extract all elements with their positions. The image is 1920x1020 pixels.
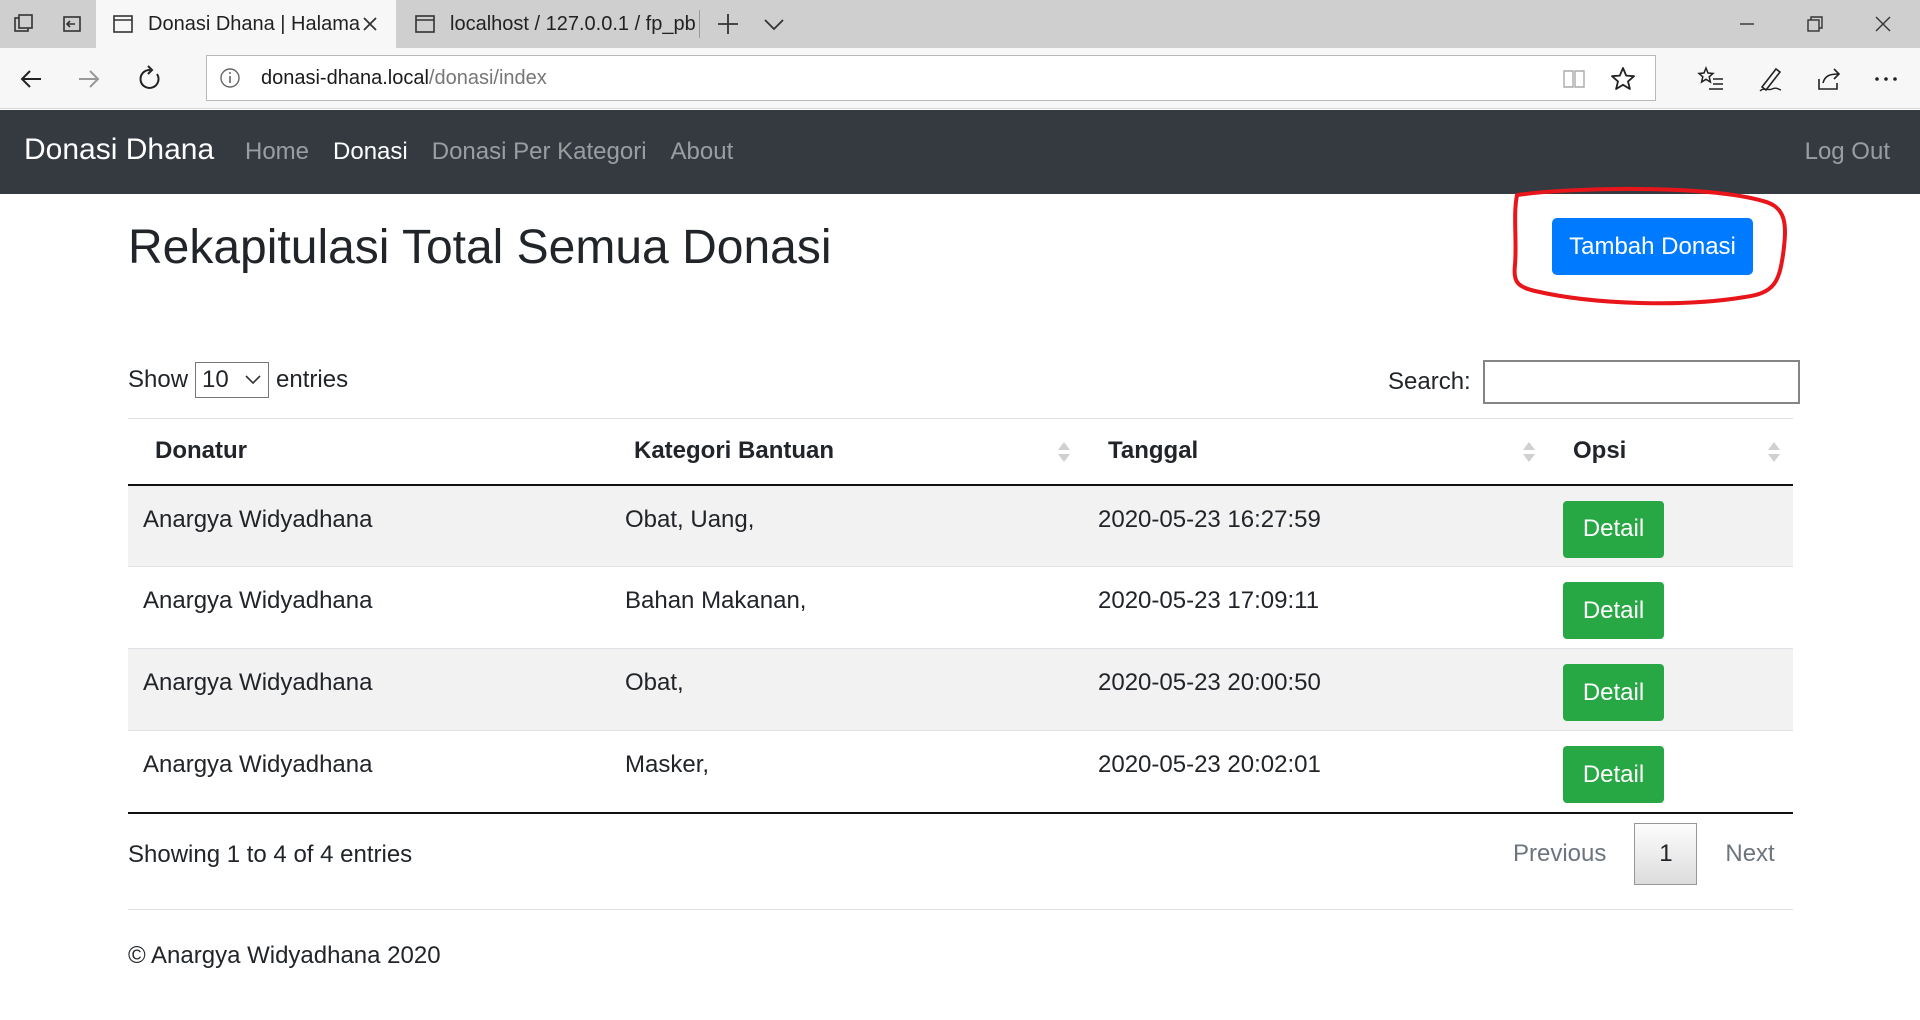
column-header-label: Donatur xyxy=(155,437,247,465)
browser-address-bar: donasi-dhana.local/donasi/index xyxy=(0,48,1920,109)
sort-icon xyxy=(1523,442,1535,462)
cell-donatur: Anargya Widyadhana xyxy=(128,484,610,567)
chevron-down-icon xyxy=(245,375,261,385)
sort-icon xyxy=(1768,442,1780,462)
pagination-next[interactable]: Next xyxy=(1697,840,1802,868)
url-text: donasi-dhana.local/donasi/index xyxy=(261,67,547,90)
column-header-label: Opsi xyxy=(1573,437,1627,465)
logout-link[interactable]: Log Out xyxy=(1805,138,1890,166)
window-close-icon[interactable] xyxy=(1851,0,1915,48)
cell-kategori: Obat, Uang, xyxy=(610,484,1083,567)
detail-button[interactable]: Detail xyxy=(1563,582,1664,639)
tab-title: Donasi Dhana | Halama xyxy=(148,12,360,35)
pagination-previous[interactable]: Previous xyxy=(1485,840,1634,868)
pagination-page-1[interactable]: 1 xyxy=(1634,823,1698,885)
cell-opsi: Detail xyxy=(1548,648,1793,731)
detail-button[interactable]: Detail xyxy=(1563,500,1664,558)
add-donation-button[interactable]: Tambah Donasi xyxy=(1552,218,1753,275)
back-arrow-icon[interactable] xyxy=(14,62,48,96)
table-row: Anargya Widyadhana Obat, Uang, 2020-05-2… xyxy=(128,484,1793,567)
url-path: /donasi/index xyxy=(428,67,547,89)
search-input[interactable] xyxy=(1482,360,1800,404)
sort-icon xyxy=(1058,442,1070,462)
tab-preview-chevron-icon[interactable] xyxy=(760,10,788,38)
cell-tanggal: 2020-05-23 20:00:50 xyxy=(1083,648,1548,731)
tab-donasi-dhana[interactable]: Donasi Dhana | Halama xyxy=(96,0,396,48)
cell-opsi: Detail xyxy=(1548,566,1793,649)
cell-kategori: Bahan Makanan, xyxy=(610,566,1083,649)
pagination: Previous 1 Next xyxy=(1485,823,1803,885)
page-icon xyxy=(415,15,435,33)
page-title: Rekapitulasi Total Semua Donasi xyxy=(128,221,832,274)
forward-arrow-icon[interactable] xyxy=(72,62,106,96)
entries-label: entries xyxy=(276,366,349,393)
table-header-row: Donatur Kategori Bantuan Tanggal Opsi xyxy=(128,418,1793,486)
search-label: Search: xyxy=(1388,368,1471,395)
column-header-tanggal[interactable]: Tanggal xyxy=(1083,418,1548,486)
url-host: donasi-dhana.local xyxy=(261,67,429,89)
browser-tab-bar: Donasi Dhana | Halama localhost / 127.0.… xyxy=(0,0,1920,48)
reading-view-icon[interactable] xyxy=(1561,66,1587,92)
url-field[interactable]: donasi-dhana.local/donasi/index xyxy=(206,55,1656,101)
page-length-control: Show 10 entries xyxy=(128,362,348,398)
cell-kategori: Obat, xyxy=(610,648,1083,731)
cell-donatur: Anargya Widyadhana xyxy=(128,648,610,731)
table-row: Anargya Widyadhana Obat, 2020-05-23 20:0… xyxy=(128,648,1793,731)
nav-link-home[interactable]: Home xyxy=(245,138,309,166)
tab-localhost[interactable]: localhost / 127.0.0.1 / fp_pb xyxy=(398,0,698,48)
donations-table: Donatur Kategori Bantuan Tanggal Opsi An… xyxy=(128,418,1793,814)
page-length-value: 10 xyxy=(202,366,229,393)
cell-kategori: Masker, xyxy=(610,730,1083,814)
table-row: Anargya Widyadhana Bahan Makanan, 2020-0… xyxy=(128,566,1793,649)
favorites-list-icon[interactable] xyxy=(1694,62,1728,96)
pen-notes-icon[interactable] xyxy=(1753,62,1787,96)
close-icon[interactable] xyxy=(358,12,382,36)
refresh-icon[interactable] xyxy=(133,62,167,96)
footer-copyright: © Anargya Widyadhana 2020 xyxy=(128,942,441,969)
share-icon[interactable] xyxy=(1812,62,1846,96)
favorite-star-icon[interactable] xyxy=(1609,65,1637,93)
info-icon[interactable] xyxy=(219,67,241,89)
cell-tanggal: 2020-05-23 16:27:59 xyxy=(1083,484,1548,567)
nav-link-donasi[interactable]: Donasi xyxy=(333,138,408,166)
cell-tanggal: 2020-05-23 17:09:11 xyxy=(1083,566,1548,649)
detail-button[interactable]: Detail xyxy=(1563,664,1664,721)
column-header-opsi[interactable]: Opsi xyxy=(1548,418,1793,486)
navbar-brand[interactable]: Donasi Dhana xyxy=(24,133,214,167)
show-label: Show xyxy=(128,366,189,393)
page-icon xyxy=(113,15,133,33)
page-length-select[interactable]: 10 xyxy=(195,362,270,398)
cell-donatur: Anargya Widyadhana xyxy=(128,566,610,649)
nav-link-about[interactable]: About xyxy=(671,138,734,166)
cell-opsi: Detail xyxy=(1548,730,1793,814)
new-tab-icon[interactable] xyxy=(714,10,742,38)
column-header-donatur[interactable]: Donatur xyxy=(128,418,610,486)
column-header-label: Kategori Bantuan xyxy=(634,437,835,465)
cell-tanggal: 2020-05-23 20:02:01 xyxy=(1083,730,1548,814)
minimize-icon[interactable] xyxy=(1715,0,1779,48)
table-search: Search: xyxy=(1388,360,1800,404)
nav-link-donasi-per-kategori[interactable]: Donasi Per Kategori xyxy=(432,138,647,166)
restore-icon[interactable] xyxy=(1783,0,1847,48)
cell-donatur: Anargya Widyadhana xyxy=(128,730,610,814)
table-row: Anargya Widyadhana Masker, 2020-05-23 20… xyxy=(128,730,1793,814)
detail-button[interactable]: Detail xyxy=(1563,746,1664,803)
more-options-icon[interactable] xyxy=(1869,62,1903,96)
tab-title: localhost / 127.0.0.1 / fp_pb xyxy=(450,12,696,35)
cell-opsi: Detail xyxy=(1548,484,1793,567)
site-navbar: Donasi Dhana Home Donasi Donasi Per Kate… xyxy=(0,110,1920,194)
nav-links: Home Donasi Donasi Per Kategori About xyxy=(245,138,733,166)
tab-actions-icon[interactable] xyxy=(10,10,38,38)
tab-separator xyxy=(699,10,700,38)
column-header-label: Tanggal xyxy=(1108,437,1199,465)
set-aside-tabs-icon[interactable] xyxy=(58,10,86,38)
footer-divider xyxy=(128,909,1793,910)
table-info: Showing 1 to 4 of 4 entries xyxy=(128,841,413,868)
column-header-kategori[interactable]: Kategori Bantuan xyxy=(610,418,1083,486)
